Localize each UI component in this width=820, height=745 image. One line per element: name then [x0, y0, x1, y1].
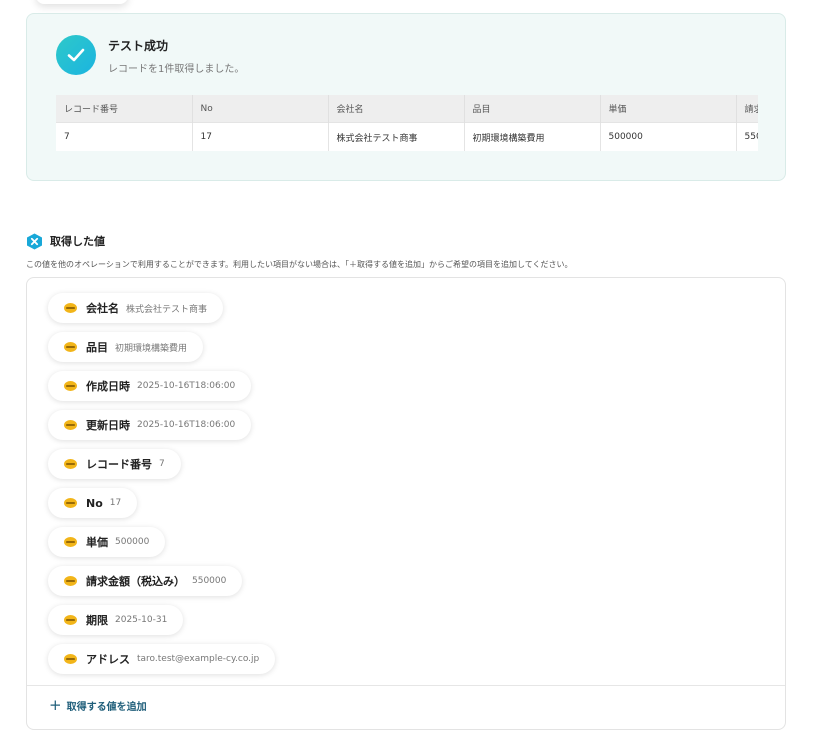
table-cell: 7 [56, 122, 193, 151]
value-chip[interactable]: 会社名 株式会社テスト商事 [48, 293, 224, 323]
chip-value: 7 [159, 459, 165, 469]
chip-name: 期限 [86, 614, 108, 627]
table-cell: 500000 [600, 122, 737, 151]
table-header-cell: No [192, 95, 329, 123]
test-success-panel: テスト成功 レコードを1件取得しました。 レコード番号 No 会社名 品目 単価… [26, 13, 786, 181]
kintone-icon [64, 537, 77, 547]
table-cell: 17 [192, 122, 329, 151]
chip-name: 品目 [86, 341, 108, 354]
chip-value: 17 [109, 498, 122, 508]
table-cell: 初期環境構築費用 [464, 122, 601, 151]
value-chip[interactable]: アドレス taro.test@example-cy.co.jp [48, 644, 276, 674]
chip-name: 請求金額（税込み） [86, 575, 185, 588]
success-title: テスト成功 [108, 39, 169, 53]
chip-name: アドレス [86, 653, 130, 666]
value-chip[interactable]: 作成日時 2025-10-16T18:06:00 [48, 371, 252, 401]
chip-value: 株式会社テスト商事 [126, 304, 208, 315]
extract-icon [27, 233, 42, 249]
table-cell: 株式会社テスト商事 [328, 122, 465, 151]
chip-value: 2025-10-31 [115, 615, 168, 625]
value-chip[interactable]: 単価 500000 [48, 527, 166, 557]
table-header-cell: 品目 [464, 95, 601, 123]
table-header-cell: 請求 [736, 95, 758, 123]
kintone-icon [64, 576, 77, 586]
result-table[interactable]: レコード番号 No 会社名 品目 単価 請求 7 17 株式会社テスト商事 初期… [56, 95, 758, 151]
kintone-icon [64, 303, 77, 313]
chip-value: 2025-10-16T18:06:00 [137, 381, 236, 391]
table-header-cell: レコード番号 [56, 95, 193, 123]
value-chip[interactable]: No 17 [48, 488, 138, 518]
plus-icon: + [49, 696, 62, 714]
table-header-row: レコード番号 No 会社名 品目 単価 請求 [56, 95, 758, 123]
add-value-button[interactable]: + 取得する値を追加 [49, 696, 147, 714]
value-chip[interactable]: 請求金額（税込み） 550000 [48, 566, 243, 596]
success-subtitle: レコードを1件取得しました。 [108, 64, 245, 75]
table-cell: 550000 [736, 122, 758, 151]
chip-value: 2025-10-16T18:06:00 [137, 420, 236, 430]
add-value-label: 取得する値を追加 [66, 702, 147, 713]
chip-value: taro.test@example-cy.co.jp [137, 654, 260, 664]
chip-value: 500000 [115, 537, 150, 547]
chip-name: 作成日時 [86, 380, 130, 393]
divider [27, 685, 785, 686]
table-header-cell: 会社名 [328, 95, 465, 123]
kintone-icon [64, 654, 77, 664]
table-row: 7 17 株式会社テスト商事 初期環境構築費用 500000 550000 [56, 122, 758, 151]
kintone-icon [64, 615, 77, 625]
table-header-cell: 単価 [600, 95, 737, 123]
value-chip[interactable]: 品目 初期環境構築費用 [48, 332, 204, 362]
kintone-icon [64, 498, 77, 508]
acquired-values-card: 会社名 株式会社テスト商事 品目 初期環境構築費用 作成日時 2025-10-1… [26, 277, 786, 730]
chip-name: 会社名 [86, 302, 119, 315]
chip-value: 初期環境構築費用 [115, 343, 188, 354]
chip-name: 単価 [86, 536, 108, 549]
kintone-icon [64, 459, 77, 469]
value-chip[interactable]: 更新日時 2025-10-16T18:06:00 [48, 410, 252, 440]
kintone-icon [64, 381, 77, 391]
section-description: この値を他のオペレーションで利用することができます。利用したい項目がない場合は、… [26, 260, 573, 269]
kintone-icon [64, 342, 77, 352]
chip-name: レコード番号 [86, 458, 152, 471]
chip-name: No [86, 496, 103, 510]
acquired-values-header: 取得した値 [26, 232, 105, 250]
value-chip[interactable]: 期限 2025-10-31 [48, 605, 184, 635]
kintone-icon [64, 420, 77, 430]
section-title: 取得した値 [50, 235, 105, 248]
chip-value: 550000 [192, 576, 227, 586]
value-chip[interactable]: レコード番号 7 [48, 449, 181, 479]
chip-name: 更新日時 [86, 419, 130, 432]
previous-card-edge [36, 0, 128, 4]
success-check-icon [56, 35, 96, 75]
